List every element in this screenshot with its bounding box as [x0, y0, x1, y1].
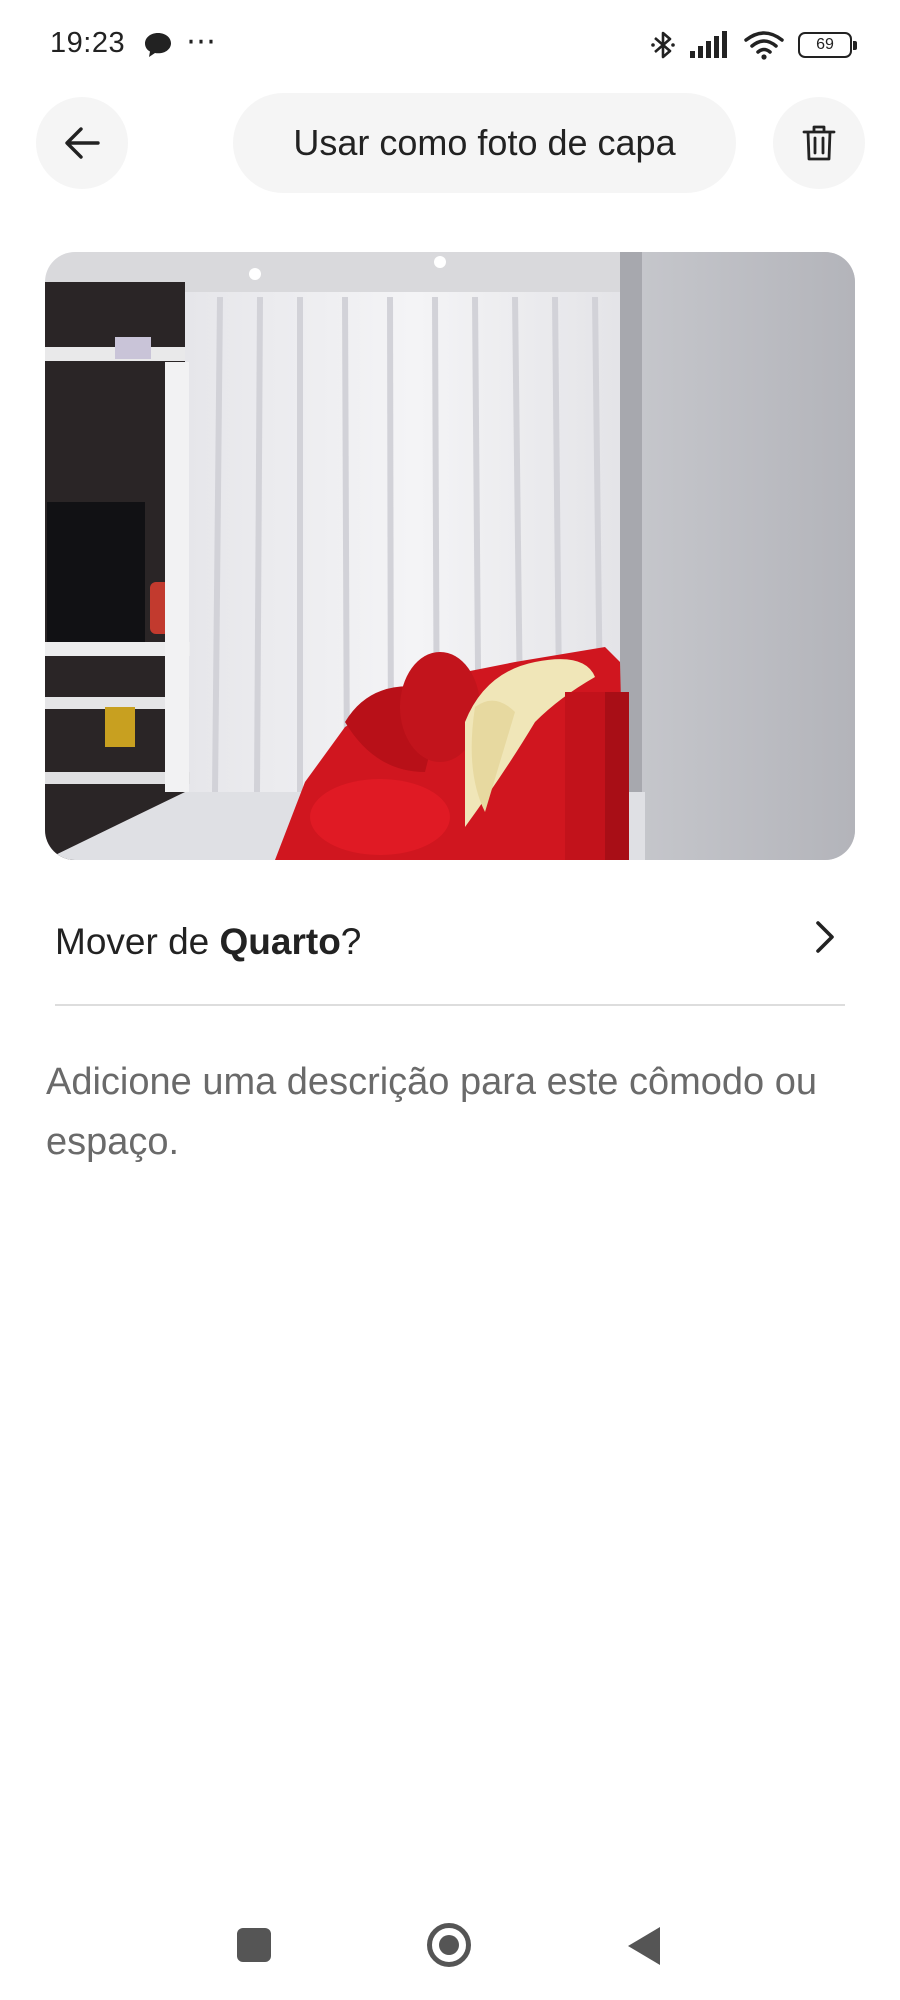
home-icon[interactable]: [427, 1923, 471, 1967]
signal-icon: [690, 31, 727, 58]
move-room-name: Quarto: [219, 921, 341, 962]
more-notifications-icon: ⋯: [186, 25, 217, 58]
trash-icon: [802, 125, 836, 161]
delete-button[interactable]: [773, 97, 865, 189]
chevron-right-icon: [816, 921, 834, 953]
bluetooth-icon: [651, 31, 675, 59]
move-room-suffix: ?: [340, 921, 362, 962]
description-input[interactable]: Adicione uma descrição para este cômodo …: [46, 1052, 846, 1172]
room-photo[interactable]: [45, 252, 855, 860]
room-photo-image: [45, 252, 855, 860]
divider: [55, 1004, 845, 1006]
move-room-prefix: Mover de: [55, 921, 220, 962]
status-bar: 19:23 ⋯ 69: [0, 0, 900, 90]
use-as-cover-button[interactable]: Usar como foto de capa: [233, 93, 736, 193]
arrow-left-icon: [65, 127, 100, 159]
status-time: 19:23: [50, 27, 126, 59]
move-room-text: Mover de Quarto?: [55, 921, 361, 963]
back-triangle-icon[interactable]: [628, 1927, 660, 1965]
battery-level: 69: [816, 36, 834, 53]
chat-bubble-icon: [145, 33, 171, 57]
battery-icon: 69: [798, 32, 857, 58]
status-icons: 69: [650, 28, 857, 62]
wifi-icon: [744, 31, 784, 60]
move-room-row[interactable]: Mover de Quarto?: [55, 905, 845, 1005]
back-button[interactable]: [36, 97, 128, 189]
recents-icon[interactable]: [237, 1928, 271, 1962]
